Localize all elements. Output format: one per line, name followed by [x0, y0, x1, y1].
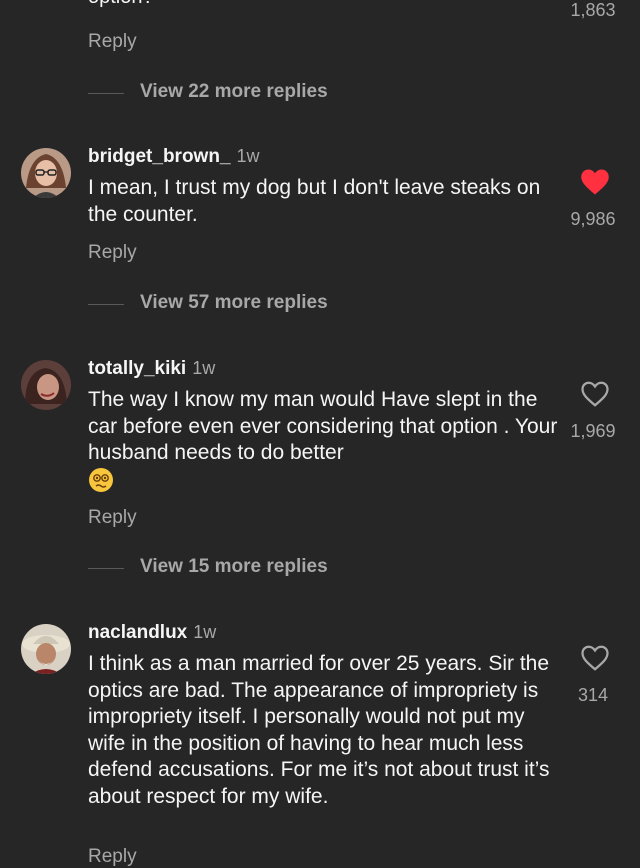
reply-button[interactable]: Reply [88, 846, 137, 868]
comment-text-fragment: option? [88, 0, 154, 9]
heart-icon [581, 381, 609, 407]
divider-line [88, 304, 124, 305]
divider-line [88, 568, 124, 569]
username[interactable]: totally_kiki [88, 358, 186, 379]
view-more-replies-button[interactable]: View 15 more replies [140, 556, 328, 578]
comment-author[interactable]: naclandlux 1w [88, 622, 216, 644]
avatar[interactable] [21, 624, 71, 674]
like-count: 314 [577, 685, 609, 705]
avatar[interactable] [21, 360, 71, 410]
comment-text: I think as a man married for over 25 yea… [88, 652, 550, 808]
comment-text: I mean, I trust my dog but I don't leave… [88, 176, 541, 226]
username[interactable]: bridget_brown_ [88, 146, 231, 167]
reply-button[interactable]: Reply [88, 31, 137, 53]
like-count: 1,863 [570, 0, 616, 20]
divider-line [88, 93, 124, 94]
comment-author[interactable]: bridget_brown_ 1w [88, 146, 260, 168]
avatar[interactable] [21, 148, 71, 198]
reply-button[interactable]: Reply [88, 242, 137, 264]
comment-time: 1w [192, 358, 216, 378]
username[interactable]: naclandlux [88, 622, 187, 643]
comment-time: 1w [193, 622, 217, 642]
view-more-replies-button[interactable]: View 57 more replies [140, 292, 328, 314]
like-count: 1,969 [570, 421, 616, 441]
like-button[interactable] [580, 168, 610, 201]
like-count: 9,986 [570, 209, 616, 229]
heart-filled-icon [581, 169, 609, 195]
like-button[interactable] [580, 380, 610, 413]
heart-icon [581, 645, 609, 671]
view-more-replies-button[interactable]: View 22 more replies [140, 81, 328, 103]
woozy-face-emoji [88, 467, 114, 498]
reply-button[interactable]: Reply [88, 507, 137, 529]
comment-text: The way I know my man would Have slept i… [88, 388, 558, 464]
comment-time: 1w [236, 146, 260, 166]
like-button[interactable] [580, 644, 610, 677]
comment-author[interactable]: totally_kiki 1w [88, 358, 215, 380]
